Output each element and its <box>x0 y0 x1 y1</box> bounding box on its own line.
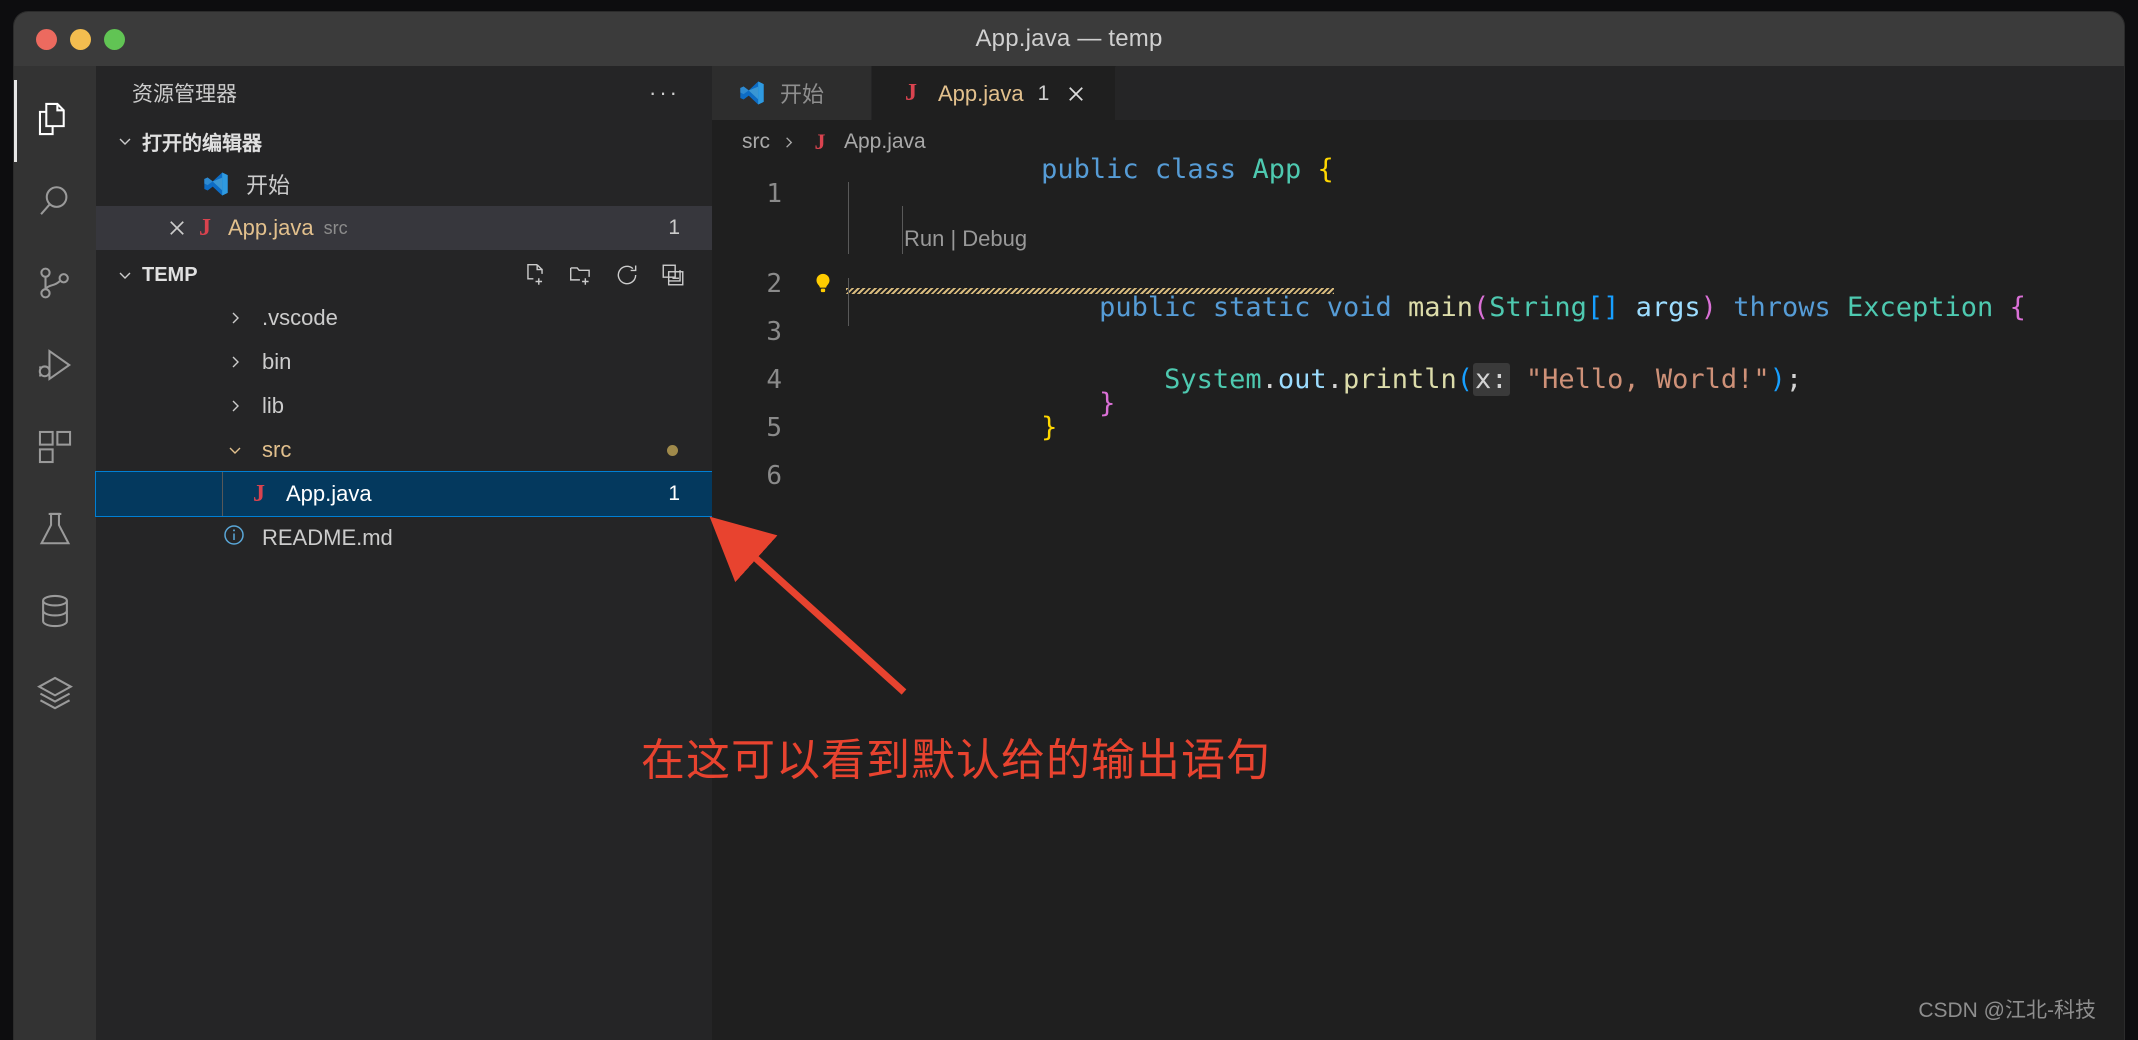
explorer-sidebar: 资源管理器 ··· 打开的编辑器 开始 J App.java src 1 TEM… <box>95 66 713 1040</box>
indent-guide <box>902 206 903 254</box>
section-open-editors[interactable]: 打开的编辑器 <box>96 120 712 162</box>
java-icon: J <box>199 214 211 241</box>
search-icon <box>36 182 74 225</box>
close-icon[interactable] <box>162 213 192 243</box>
explorer-more-actions-button[interactable]: ··· <box>643 80 686 106</box>
vscode-icon <box>202 170 230 198</box>
database-icon <box>36 592 74 635</box>
markdown-info-icon <box>222 523 248 553</box>
activity-item-testing[interactable] <box>14 490 96 572</box>
annotation-text: 在这可以看到默认给的输出语句 <box>641 735 1271 786</box>
title-bar: App.java — temp <box>14 12 2124 66</box>
token-brace-open: { <box>1317 154 1334 185</box>
new-file-icon[interactable] <box>522 262 548 288</box>
token-type-app: App <box>1252 154 1302 185</box>
java-icon: J <box>253 480 265 507</box>
activity-item-database[interactable] <box>14 572 96 654</box>
open-editor-item-appjava[interactable]: J App.java src 1 <box>96 206 712 250</box>
breadcrumb-item-src[interactable]: src <box>742 130 770 154</box>
tree-item-label: App.java <box>286 481 372 506</box>
chevron-down-icon <box>112 262 138 288</box>
folder-name-label: TEMP <box>142 263 198 286</box>
indent-guide <box>848 278 849 326</box>
chevron-right-icon <box>781 135 796 150</box>
new-folder-icon[interactable] <box>568 262 594 288</box>
refresh-icon[interactable] <box>614 262 640 288</box>
activity-item-run-and-debug[interactable] <box>14 326 96 408</box>
open-editor-label: 开始 <box>246 173 291 198</box>
code-line-5: 5 } <box>712 404 2124 452</box>
open-editor-badge: 1 <box>668 216 680 239</box>
open-editor-item-welcome[interactable]: 开始 <box>96 162 712 206</box>
tree-item-label: .vscode <box>262 305 338 330</box>
run-debug-icon <box>36 346 74 389</box>
tree-item-vscode[interactable]: .vscode <box>96 296 712 340</box>
code-line-6: 6 <box>712 452 2124 500</box>
chevron-right-icon <box>222 305 248 331</box>
explorer-header: 资源管理器 ··· <box>96 66 712 120</box>
section-folder-temp[interactable]: TEMP <box>96 254 712 296</box>
lightbulb-icon[interactable] <box>800 271 846 297</box>
activity-item-extensions[interactable] <box>14 408 96 490</box>
activity-item-explorer[interactable] <box>14 80 96 162</box>
watermark: CSDN @江北-科技 <box>1918 999 2096 1022</box>
tab-label: 开始 <box>780 82 825 107</box>
chevron-down-icon <box>112 128 138 154</box>
line-number: 5 <box>766 413 782 443</box>
tree-item-bin[interactable]: bin <box>96 340 712 384</box>
token-keyword-public: public <box>1041 154 1139 185</box>
tree-item-src[interactable]: src <box>96 428 712 472</box>
java-icon: J <box>814 129 826 154</box>
line-number: 3 <box>766 317 782 347</box>
tree-item-label: README.md <box>262 525 393 550</box>
token-keyword-class: class <box>1154 154 1237 185</box>
tree-item-label: lib <box>262 393 285 418</box>
vscode-window: App.java — temp 资源管理器 ··· 打开的编辑器 开始 J Ap… <box>14 12 2124 1040</box>
files-icon <box>36 100 74 143</box>
tree-item-label: src <box>262 437 292 462</box>
line-number: 2 <box>766 269 782 299</box>
tree-item-readme[interactable]: README.md <box>96 516 712 560</box>
extensions-icon <box>36 428 74 471</box>
tree-item-badge: 1 <box>668 482 680 505</box>
explorer-title: 资源管理器 <box>132 83 237 106</box>
chevron-down-icon <box>222 437 248 463</box>
source-control-icon <box>36 264 74 307</box>
line-number: 6 <box>766 461 782 491</box>
activity-bar <box>14 66 96 1040</box>
tree-item-label: bin <box>262 349 292 374</box>
activity-item-layers[interactable] <box>14 654 96 736</box>
line-number: 4 <box>766 365 782 395</box>
folder-actions <box>522 262 712 288</box>
open-editor-description: src <box>323 217 348 238</box>
line-number: 1 <box>766 179 782 209</box>
window-title: App.java — temp <box>975 25 1163 52</box>
tree-item-lib[interactable]: lib <box>96 384 712 428</box>
layers-icon <box>36 674 74 717</box>
annotation-arrow <box>709 516 907 695</box>
tree-item-appjava[interactable]: J App.java 1 <box>95 471 713 517</box>
code-editor[interactable]: 1 public class App { Run | Debug 2 publi… <box>712 154 2124 500</box>
token-brace-close: } <box>1041 412 1058 443</box>
chevron-right-icon <box>222 393 248 419</box>
modified-dot-indicator <box>667 444 678 456</box>
collapse-all-icon[interactable] <box>660 262 686 288</box>
activity-item-source-control[interactable] <box>14 244 96 326</box>
beaker-icon <box>36 510 74 553</box>
activity-item-search[interactable] <box>14 162 96 244</box>
open-editor-label: App.java <box>228 215 314 240</box>
open-editors-label: 打开的编辑器 <box>142 132 262 155</box>
indent-guide <box>222 472 223 516</box>
chevron-right-icon <box>222 349 248 375</box>
vscode-icon <box>738 79 766 107</box>
app-root: App.java — temp 资源管理器 ··· 打开的编辑器 开始 J Ap… <box>0 0 2138 1040</box>
indent-guide <box>848 206 849 254</box>
